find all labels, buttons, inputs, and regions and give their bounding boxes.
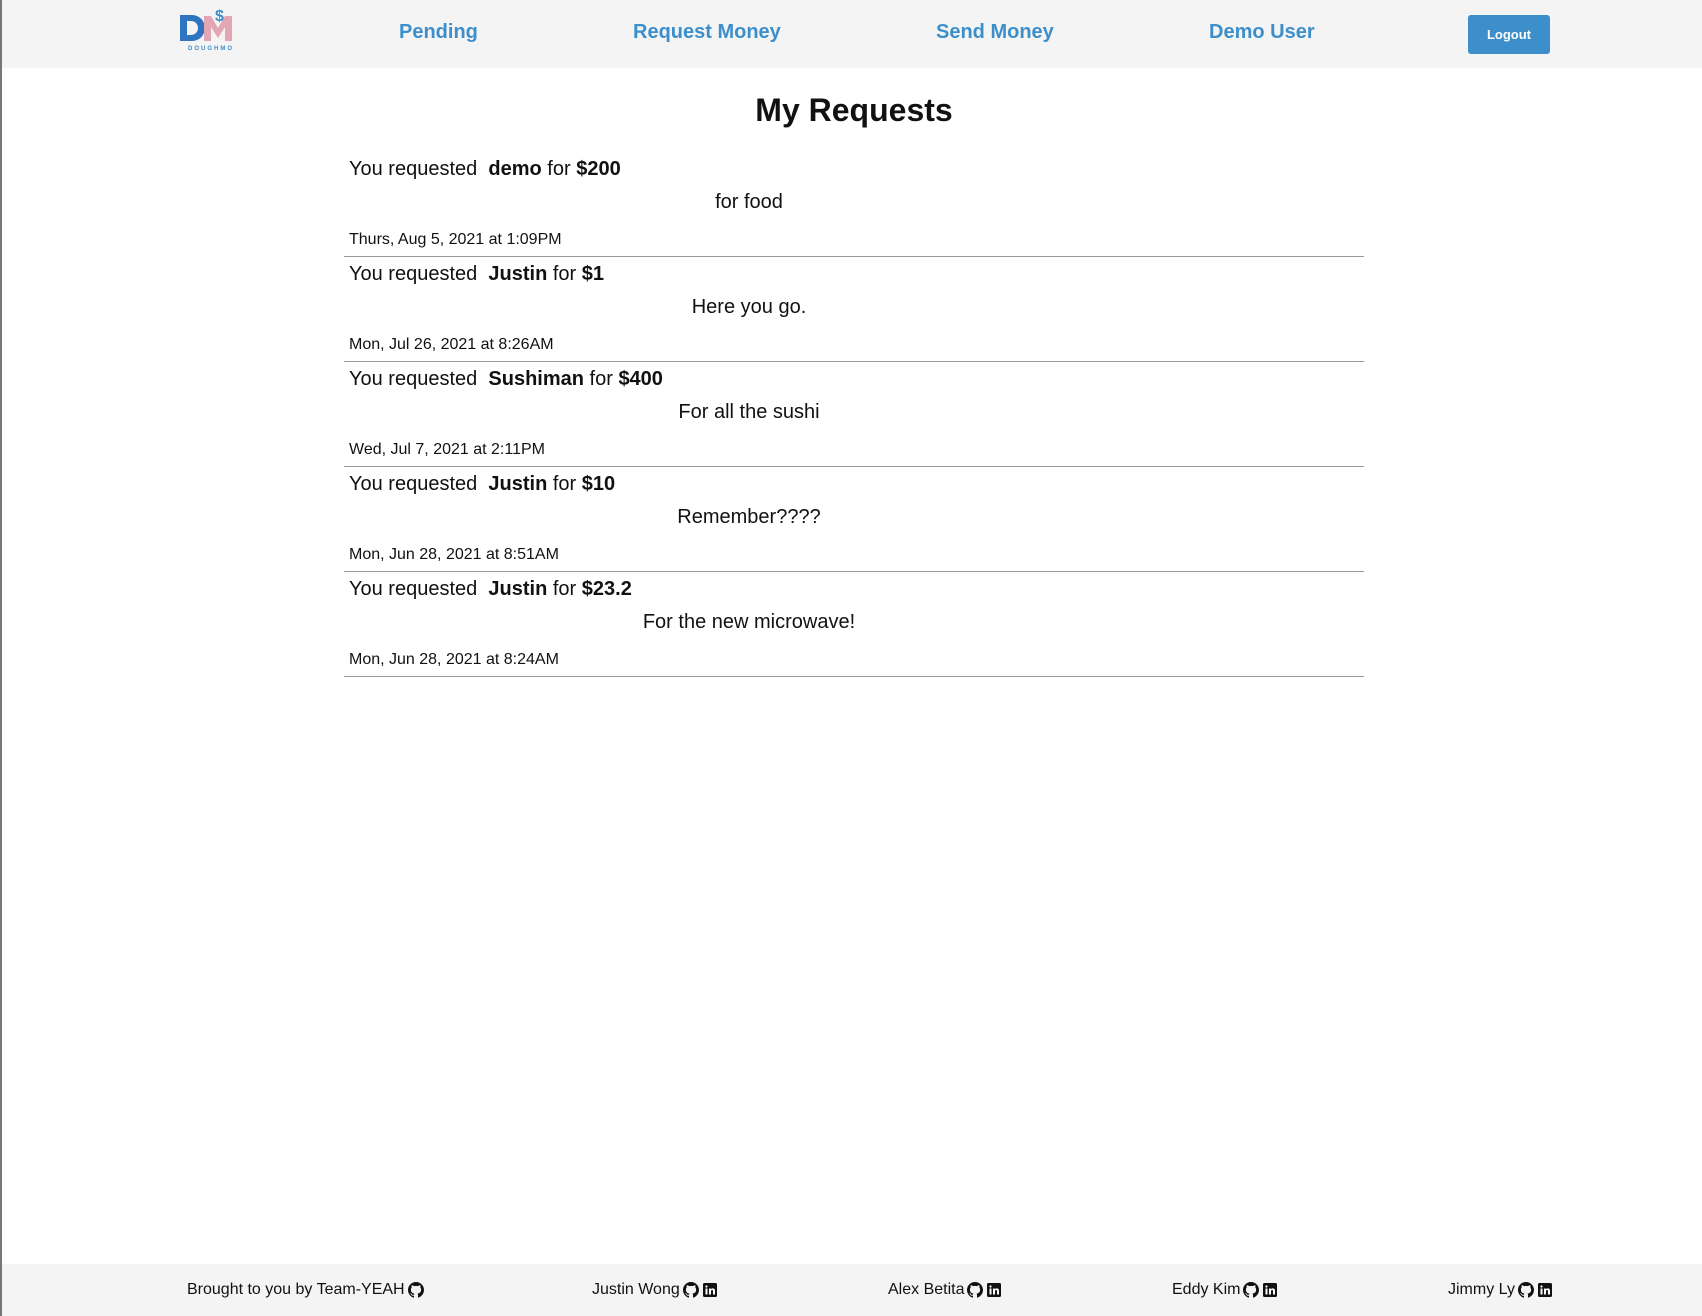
request-summary: You requested demo for $200	[349, 158, 621, 181]
request-date: Mon, Jun 28, 2021 at 8:24AM	[349, 651, 559, 668]
credit-label: Eddy Kim	[1172, 1281, 1241, 1298]
request-amount: $10	[581, 473, 616, 495]
request-for: for	[552, 263, 577, 285]
request-recipient: Justin	[488, 473, 548, 495]
credit-label: Jimmy Ly	[1448, 1281, 1515, 1298]
github-icon[interactable]	[967, 1282, 984, 1298]
request-note: For all the sushi	[678, 401, 820, 423]
request-item: You requested Justin for $1 Here you go.…	[344, 257, 1364, 362]
request-summary: You requested Justin for $23.2	[349, 578, 632, 601]
credit-alex-betita: Alex Betita	[888, 1281, 1002, 1299]
page-title: My Requests	[755, 92, 953, 128]
top-navbar: $ DOUGHMO Pending Request Money Send Mon…	[2, 0, 1702, 68]
request-amount: $23.2	[581, 578, 632, 600]
github-icon[interactable]	[1517, 1282, 1534, 1298]
request-for: for	[552, 578, 577, 600]
request-list: You requested demo for $200 for food Thu…	[344, 152, 1364, 677]
request-date: Thurs, Aug 5, 2021 at 1:09PM	[349, 231, 562, 248]
request-prefix: You requested	[349, 368, 478, 390]
request-for: for	[547, 158, 571, 180]
footer: Brought to you by Team-YEAH Justin Wong …	[2, 1264, 1702, 1316]
linkedin-icon[interactable]	[1262, 1282, 1278, 1298]
linkedin-icon[interactable]	[1537, 1282, 1553, 1298]
request-date: Wed, Jul 7, 2021 at 2:11PM	[349, 441, 545, 458]
request-amount: $1	[581, 263, 605, 285]
credit-eddy-kim: Eddy Kim	[1172, 1281, 1278, 1299]
nav-request-money[interactable]: Request Money	[633, 21, 781, 44]
request-note: Here you go.	[691, 296, 807, 318]
request-summary: You requested Justin for $1	[349, 263, 604, 286]
svg-text:$: $	[215, 8, 224, 25]
request-date: Mon, Jun 28, 2021 at 8:51AM	[349, 546, 559, 563]
request-note: For the new microwave!	[642, 611, 856, 633]
request-item: You requested Justin for $23.2 For the n…	[344, 572, 1364, 677]
request-note: Remember????	[677, 506, 821, 528]
request-for: for	[552, 473, 577, 495]
linkedin-icon[interactable]	[986, 1282, 1002, 1298]
request-recipient: Justin	[488, 578, 548, 600]
credit-justin-wong: Justin Wong	[592, 1281, 718, 1299]
credit-label: Justin Wong	[592, 1281, 680, 1298]
request-prefix: You requested	[349, 578, 478, 600]
request-recipient: Sushiman	[488, 368, 584, 390]
logo-wordmark: DOUGHMO	[188, 46, 234, 52]
request-prefix: You requested	[349, 263, 478, 285]
request-note: for food	[715, 191, 783, 213]
github-icon[interactable]	[407, 1282, 424, 1298]
github-icon[interactable]	[1243, 1282, 1260, 1298]
request-item: You requested demo for $200 for food Thu…	[344, 152, 1364, 257]
nav-send-money[interactable]: Send Money	[936, 21, 1054, 44]
request-for: for	[589, 368, 613, 390]
credit-label: Alex Betita	[888, 1281, 965, 1298]
linkedin-icon[interactable]	[702, 1282, 718, 1298]
request-summary: You requested Sushiman for $400	[349, 368, 663, 391]
credit-label: Brought to you by Team-YEAH	[187, 1281, 405, 1298]
github-icon[interactable]	[682, 1282, 699, 1298]
credit-jimmy-ly: Jimmy Ly	[1448, 1281, 1553, 1299]
request-prefix: You requested	[349, 473, 478, 495]
logout-button[interactable]: Logout	[1468, 15, 1550, 54]
request-date: Mon, Jul 26, 2021 at 8:26AM	[349, 336, 554, 353]
doughmo-logo[interactable]: $ DOUGHMO	[178, 6, 244, 52]
credit-team: Brought to you by Team-YEAH	[187, 1281, 424, 1299]
request-amount: $200	[576, 158, 621, 180]
request-amount: $400	[618, 368, 663, 390]
request-recipient: Justin	[488, 263, 548, 285]
request-prefix: You requested	[349, 158, 478, 180]
request-recipient: demo	[488, 158, 542, 180]
request-item: You requested Sushiman for $400 For all …	[344, 362, 1364, 467]
nav-demo-user[interactable]: Demo User	[1209, 21, 1315, 44]
nav-pending[interactable]: Pending	[399, 21, 478, 44]
request-summary: You requested Justin for $10	[349, 473, 615, 496]
request-item: You requested Justin for $10 Remember???…	[344, 467, 1364, 572]
